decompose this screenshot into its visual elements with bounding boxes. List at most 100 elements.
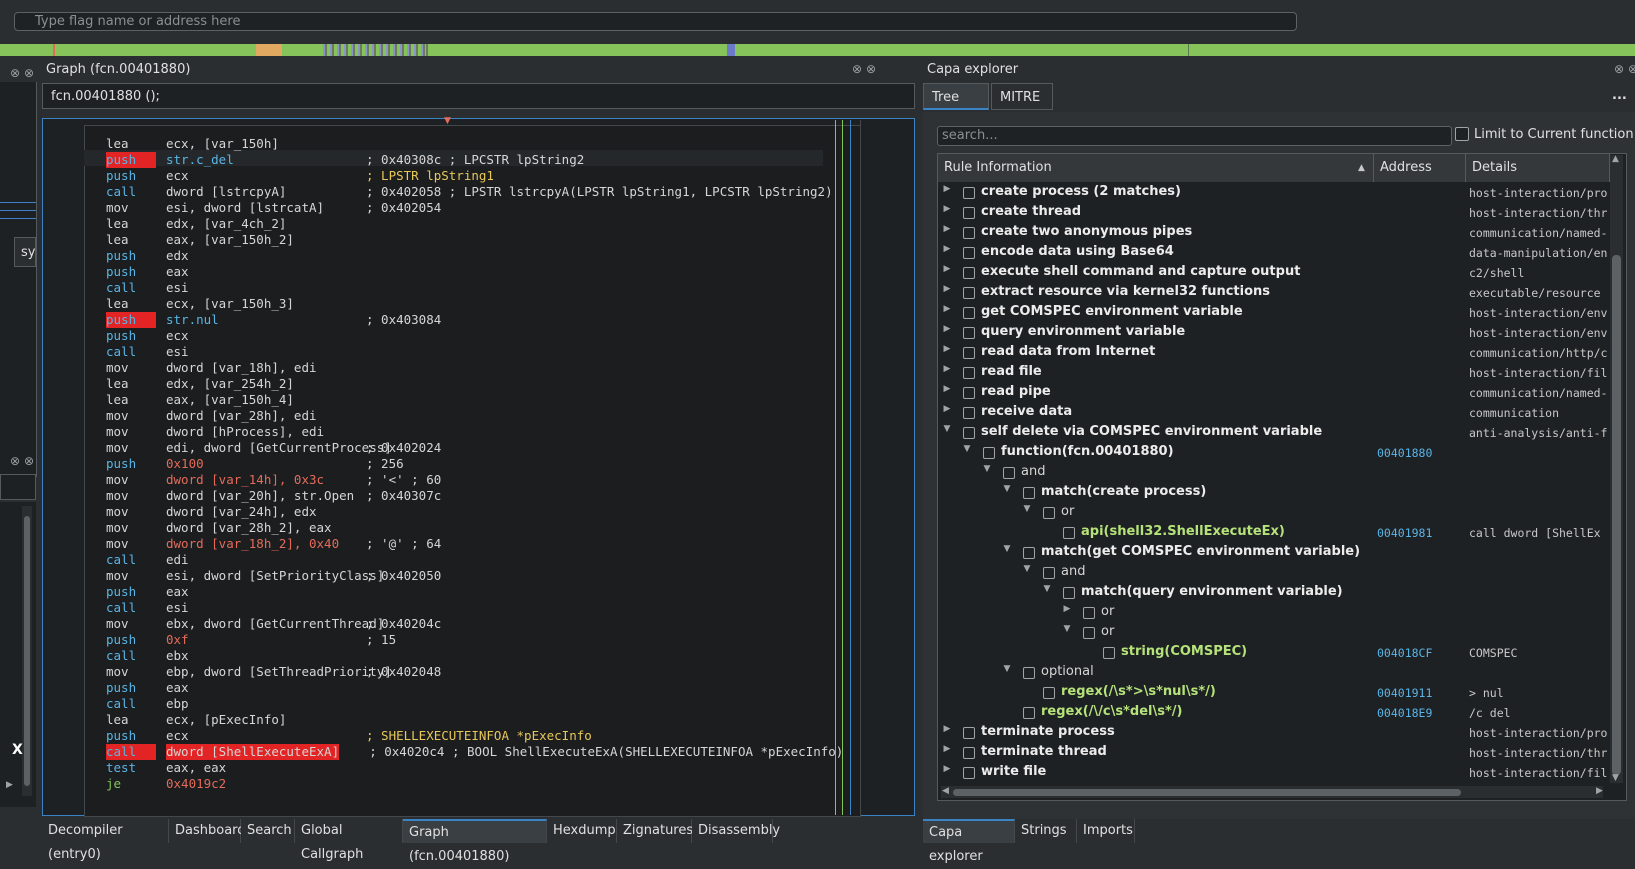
close-icon[interactable]: ⊗	[24, 454, 34, 468]
asm-line[interactable]: je 0x4019c2	[106, 776, 366, 792]
rule-checkbox[interactable]	[963, 267, 975, 279]
sy-field[interactable]: sy	[14, 237, 36, 267]
capa-search-input[interactable]: search...	[937, 126, 1452, 146]
asm-line[interactable]: push eax	[106, 680, 366, 696]
rule-checkbox[interactable]	[1063, 527, 1075, 539]
asm-line[interactable]: push ecx ; SHELLEXECUTEINFOA *pExecInfo	[106, 728, 592, 744]
rule-checkbox[interactable]	[963, 287, 975, 299]
rule-checkbox[interactable]	[1103, 647, 1115, 659]
rule-checkbox[interactable]	[963, 187, 975, 199]
asm-line[interactable]: mov dword [hProcess], edi	[106, 424, 366, 440]
scrollbar[interactable]	[22, 506, 32, 796]
tab-disassembly[interactable]: Disassembly	[692, 819, 780, 843]
asm-line[interactable]: lea ecx, [var_150h]	[106, 136, 366, 152]
asm-line[interactable]: mov dword [var_18h], edi	[106, 360, 366, 376]
close-icon[interactable]: ⊗	[10, 66, 20, 80]
tab-imports[interactable]: Imports	[1077, 819, 1135, 843]
rule-checkbox[interactable]	[1023, 487, 1035, 499]
asm-line[interactable]: mov dword [var_18h_2], 0x40 ; '@' ; 64	[106, 536, 441, 552]
asm-line[interactable]: mov dword [var_28h_2], eax	[106, 520, 366, 536]
rule-checkbox[interactable]	[963, 727, 975, 739]
expand-right-icon[interactable]: ▶	[942, 384, 952, 394]
tab-global-callgraph[interactable]: Global Callgraph	[295, 819, 403, 862]
asm-line[interactable]: push eax	[106, 584, 366, 600]
column-details[interactable]: Details	[1466, 154, 1610, 182]
asm-line[interactable]: call ebx	[106, 648, 366, 664]
scrollbar-thumb[interactable]	[24, 516, 30, 786]
asm-line[interactable]: mov dword [var_14h], 0x3c ; '<' ; 60	[106, 472, 441, 488]
expand-right-icon[interactable]: ▶	[942, 344, 952, 354]
asm-line[interactable]: push ecx	[106, 328, 366, 344]
asm-line[interactable]: lea ecx, [pExecInfo]	[106, 712, 366, 728]
float-icon[interactable]: ⊗	[852, 62, 862, 76]
asm-line[interactable]: push 0xf ; 15	[106, 632, 396, 648]
asm-line[interactable]: mov esi, dword [lstrcatA] ; 0x402054	[106, 200, 441, 216]
rule-checkbox[interactable]	[1003, 467, 1015, 479]
rule-checkbox[interactable]	[1063, 587, 1075, 599]
expand-right-icon[interactable]: ▶	[1062, 604, 1072, 614]
tab-zignatures[interactable]: Zignatures	[617, 819, 693, 843]
float-icon[interactable]: ⊗	[1614, 62, 1624, 76]
address-navbar[interactable]	[0, 44, 1635, 56]
asm-line[interactable]: mov dword [var_28h], edi	[106, 408, 366, 424]
tab-strings[interactable]: Strings	[1015, 819, 1077, 843]
expand-down-icon[interactable]: ▼	[942, 424, 952, 434]
rule-checkbox[interactable]	[963, 767, 975, 779]
rule-checkbox[interactable]	[963, 747, 975, 759]
rule-checkbox[interactable]	[1083, 627, 1095, 639]
expand-right-icon[interactable]: ▶	[942, 204, 952, 214]
asm-line[interactable]: push edx	[106, 248, 366, 264]
tab-tree-view[interactable]: Tree View	[923, 83, 989, 132]
expand-down-icon[interactable]: ▼	[982, 464, 992, 474]
tab-search[interactable]: Search	[241, 819, 295, 843]
tab-mitre[interactable]: MITRE	[991, 83, 1053, 110]
asm-line[interactable]: call esi	[106, 280, 366, 296]
more-options-icon[interactable]: ...	[1612, 88, 1627, 103]
expand-right-icon[interactable]: ▶	[942, 404, 952, 414]
expand-down-icon[interactable]: ▼	[1042, 584, 1052, 594]
expand-down-icon[interactable]: ▼	[1022, 564, 1032, 574]
rule-checkbox[interactable]	[1023, 707, 1035, 719]
tab-decompiler-entry0[interactable]: Decompiler (entry0)	[42, 819, 169, 862]
rule-checkbox[interactable]	[963, 387, 975, 399]
asm-line[interactable]: lea edx, [var_4ch_2]	[106, 216, 366, 232]
rule-checkbox[interactable]	[1043, 687, 1055, 699]
asm-line[interactable]: lea eax, [var_150h_4]	[106, 392, 366, 408]
rule-checkbox[interactable]	[963, 347, 975, 359]
expand-right-icon[interactable]: ▶	[942, 224, 952, 234]
asm-line[interactable]: mov esi, dword [SetPriorityClass]; 0x4020…	[106, 568, 441, 584]
rule-checkbox[interactable]	[1023, 547, 1035, 559]
rule-checkbox[interactable]	[983, 447, 995, 459]
rule-address[interactable]: 004018CF	[1377, 646, 1432, 660]
rule-checkbox[interactable]	[963, 327, 975, 339]
rule-address[interactable]: 00401981	[1377, 526, 1432, 540]
scroll-left-icon[interactable]: ▶	[6, 780, 13, 790]
rule-checkbox[interactable]	[963, 427, 975, 439]
scroll-left-icon[interactable]: ◀	[942, 786, 949, 796]
expand-down-icon[interactable]: ▼	[1062, 624, 1072, 634]
rule-checkbox[interactable]	[963, 407, 975, 419]
asm-line[interactable]: mov dword [var_24h], edx	[106, 504, 366, 520]
rule-checkbox[interactable]	[963, 227, 975, 239]
expand-down-icon[interactable]: ▼	[1022, 504, 1032, 514]
expand-right-icon[interactable]: ▶	[942, 744, 952, 754]
expand-down-icon[interactable]: ▼	[1002, 544, 1012, 554]
rule-checkbox[interactable]	[1043, 507, 1055, 519]
limit-checkbox[interactable]	[1455, 127, 1469, 141]
asm-line[interactable]: lea edx, [var_254h_2]	[106, 376, 366, 392]
expand-down-icon[interactable]: ▼	[1002, 664, 1012, 674]
asm-line[interactable]: call esi	[106, 600, 366, 616]
asm-line[interactable]: call dword [ShellExecuteExA] ; 0x4020c4 ;…	[106, 744, 843, 760]
scrollbar-thumb[interactable]	[953, 789, 1461, 796]
asm-line[interactable]: push eax	[106, 264, 366, 280]
expand-right-icon[interactable]: ▶	[942, 364, 952, 374]
asm-line[interactable]: mov ebp, dword [SetThreadPriority]; 0x402…	[106, 664, 441, 680]
close-icon[interactable]: ⊗	[866, 62, 876, 76]
expand-right-icon[interactable]: ▶	[942, 184, 952, 194]
rule-checkbox[interactable]	[963, 367, 975, 379]
close-icon[interactable]: ⊗	[1628, 62, 1635, 76]
asm-line[interactable]: push str.nul ; 0x403084	[106, 312, 441, 328]
expand-right-icon[interactable]: ▶	[942, 244, 952, 254]
asm-line[interactable]: lea ecx, [var_150h_3]	[106, 296, 366, 312]
rule-address[interactable]: 00401880	[1377, 446, 1432, 460]
